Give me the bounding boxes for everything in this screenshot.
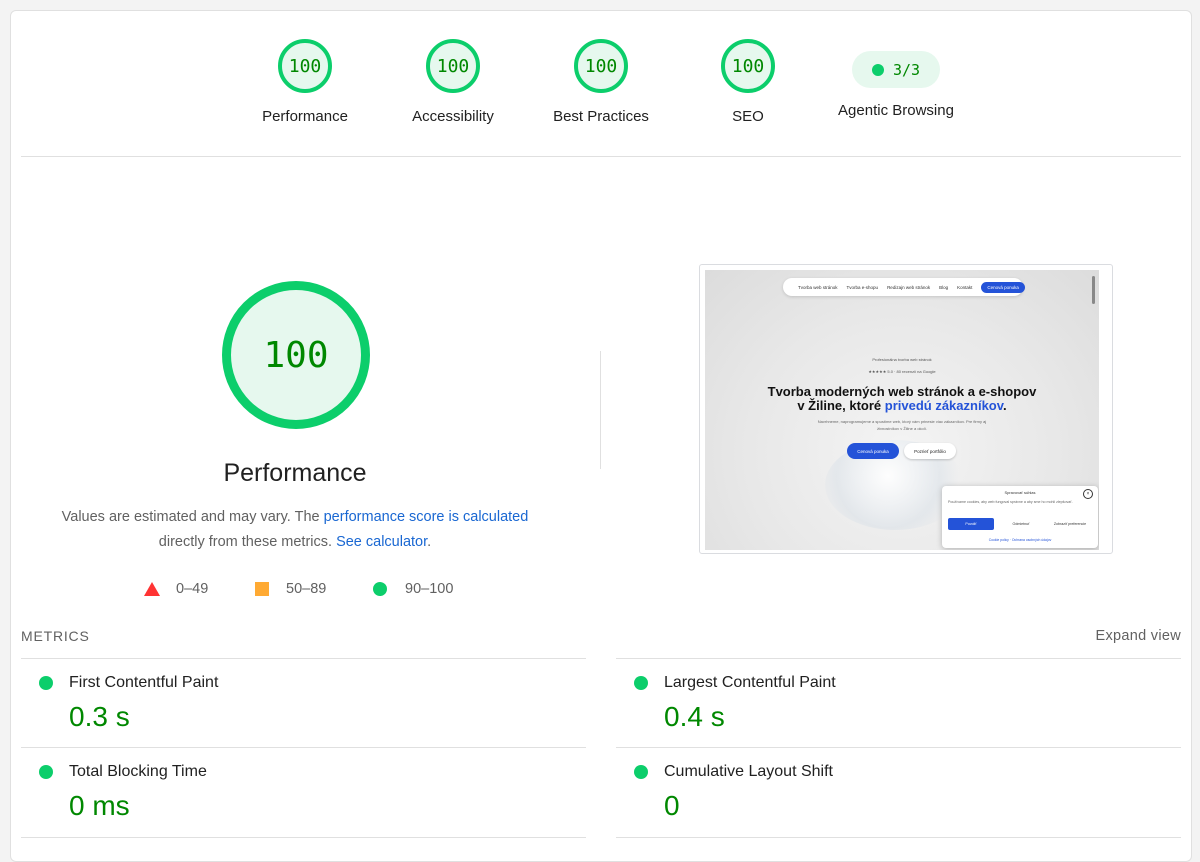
legend-pass: 90–100: [373, 579, 453, 599]
legend-average-range: 50–89: [286, 581, 327, 597]
site-headline: Tvorba moderných web stránok a e-shopov v…: [745, 385, 1059, 413]
lighthouse-report-panel: 100 Performance 100 Accessibility 100 Be…: [10, 10, 1192, 862]
metric-value: 0.3 s: [69, 701, 130, 732]
metric-value: 0: [664, 790, 680, 821]
gauge-performance-score: 100: [278, 39, 332, 93]
cookie-links: Cookie policy · Ochrana osobných údajov: [988, 538, 1052, 542]
gauge-accessibility[interactable]: 100 Accessibility: [383, 39, 523, 125]
site-badge: Profesionálna tvorba web stránok: [872, 357, 932, 362]
gauge-best-practices-score: 100: [574, 39, 628, 93]
gauge-performance-label: Performance: [262, 108, 348, 125]
gauge-accessibility-score: 100: [426, 39, 480, 93]
legend-average: 50–89: [255, 579, 326, 599]
pass-circle-icon: [373, 582, 387, 596]
desc-text-2: directly from these metrics.: [158, 534, 337, 550]
metrics-divider: [616, 837, 1181, 838]
gauge-seo[interactable]: 100 SEO: [678, 39, 818, 125]
metric-total-blocking-time: Total Blocking Time 0 ms: [21, 748, 586, 836]
pass-dot-icon: [634, 676, 648, 690]
expand-view-toggle[interactable]: Expand view: [1095, 628, 1181, 644]
site-subtitle: Navrhneme, naprogramujeme a spustíme web…: [817, 419, 987, 431]
category-gauges: 100 Performance 100 Accessibility 100 Be…: [11, 11, 1191, 157]
cookie-deny-button: Odmietnuť: [1012, 522, 1030, 526]
legend-fail-range: 0–49: [176, 581, 209, 597]
fail-triangle-icon: [144, 582, 160, 596]
headline-highlight: privedú zákazníkov: [884, 398, 1004, 413]
gauge-agentic-browsing[interactable]: 3/3 Agentic Browsing: [816, 39, 976, 119]
site-nav-item: Blog: [939, 284, 949, 290]
desc-text-1: Values are estimated and may vary. The: [61, 509, 324, 525]
gauge-performance[interactable]: 100 Performance: [235, 39, 375, 125]
pass-dot-icon: [634, 765, 648, 779]
gauge-seo-label: SEO: [732, 108, 764, 125]
metric-value: 0 ms: [69, 790, 130, 821]
gauge-best-practices-label: Best Practices: [553, 108, 649, 125]
header-divider: [21, 156, 1181, 157]
cookie-consent-dialog: Spravovať súhlas × Používame cookies, ab…: [942, 486, 1098, 548]
site-nav-item: Tvorba web stránok: [798, 284, 838, 290]
performance-score-gauge: 100: [222, 281, 370, 429]
gauge-agentic-label: Agentic Browsing: [838, 102, 954, 119]
site-rating: ★★★★★ 5.0 · 80 recenzií na Google: [868, 369, 936, 374]
pass-dot-icon: [39, 676, 53, 690]
cookie-title: Spravovať súhlas: [1004, 490, 1036, 495]
performance-title: Performance: [223, 459, 367, 487]
headline-end: .: [1003, 398, 1007, 413]
site-nav-item: Tvorba e-shopu: [846, 284, 879, 290]
headline-line-1: Tvorba moderných web stránok a e-shopov: [767, 384, 1037, 399]
see-calculator-link[interactable]: See calculator: [336, 534, 427, 550]
metric-name: First Contentful Paint: [69, 674, 219, 691]
gauge-accessibility-label: Accessibility: [412, 108, 494, 125]
summary-divider: [600, 351, 601, 469]
screenshot-scrollbar: [1092, 276, 1095, 304]
legend-pass-range: 90–100: [405, 581, 454, 597]
metric-first-contentful-paint: First Contentful Paint 0.3 s: [21, 659, 586, 747]
agentic-score: 3/3: [892, 60, 921, 79]
site-primary-button: Cenová ponuka: [847, 443, 899, 459]
legend-fail: 0–49: [144, 579, 208, 599]
gauge-seo-score: 100: [721, 39, 775, 93]
cookie-text: Používame cookies, aby web fungoval sprá…: [948, 500, 1073, 504]
metric-largest-contentful-paint: Largest Contentful Paint 0.4 s: [616, 659, 1181, 747]
cookie-accept-button: Povoliť: [948, 518, 994, 530]
desc-text-3: .: [427, 534, 432, 550]
site-navbar: Tvorba web stránok Tvorba e-shopu Rediza…: [783, 278, 1025, 296]
agentic-score-pill: 3/3: [852, 51, 940, 88]
metric-cumulative-layout-shift: Cumulative Layout Shift 0: [616, 748, 1181, 836]
screenshot-page: Tvorba web stránok Tvorba e-shopu Rediza…: [705, 270, 1099, 550]
metrics-divider: [21, 837, 586, 838]
headline-line-2: v Žiline, ktoré: [797, 398, 885, 413]
site-nav-cta: Cenová ponuka: [981, 281, 1025, 293]
metric-name: Total Blocking Time: [69, 763, 207, 780]
final-screenshot[interactable]: Tvorba web stránok Tvorba e-shopu Rediza…: [699, 264, 1113, 554]
site-secondary-button: Pozrieť portfólio: [904, 443, 956, 459]
performance-description: Values are estimated and may vary. The p…: [51, 505, 539, 555]
average-square-icon: [255, 582, 269, 596]
site-nav-item: Redizajn web stránok: [887, 284, 931, 290]
pass-dot-icon: [39, 765, 53, 779]
close-icon: ×: [1083, 489, 1093, 499]
metric-name: Cumulative Layout Shift: [664, 763, 833, 780]
cookie-prefs-button: Zobraziť preferencie: [1053, 522, 1087, 526]
metric-value: 0.4 s: [664, 701, 725, 732]
metrics-heading: METRICS: [21, 628, 90, 644]
metric-name: Largest Contentful Paint: [664, 674, 836, 691]
score-calculated-link[interactable]: performance score is calculated: [324, 509, 529, 525]
pass-dot-icon: [871, 63, 884, 76]
gauge-best-practices[interactable]: 100 Best Practices: [531, 39, 671, 125]
site-nav-item: Kontakt: [957, 284, 973, 290]
